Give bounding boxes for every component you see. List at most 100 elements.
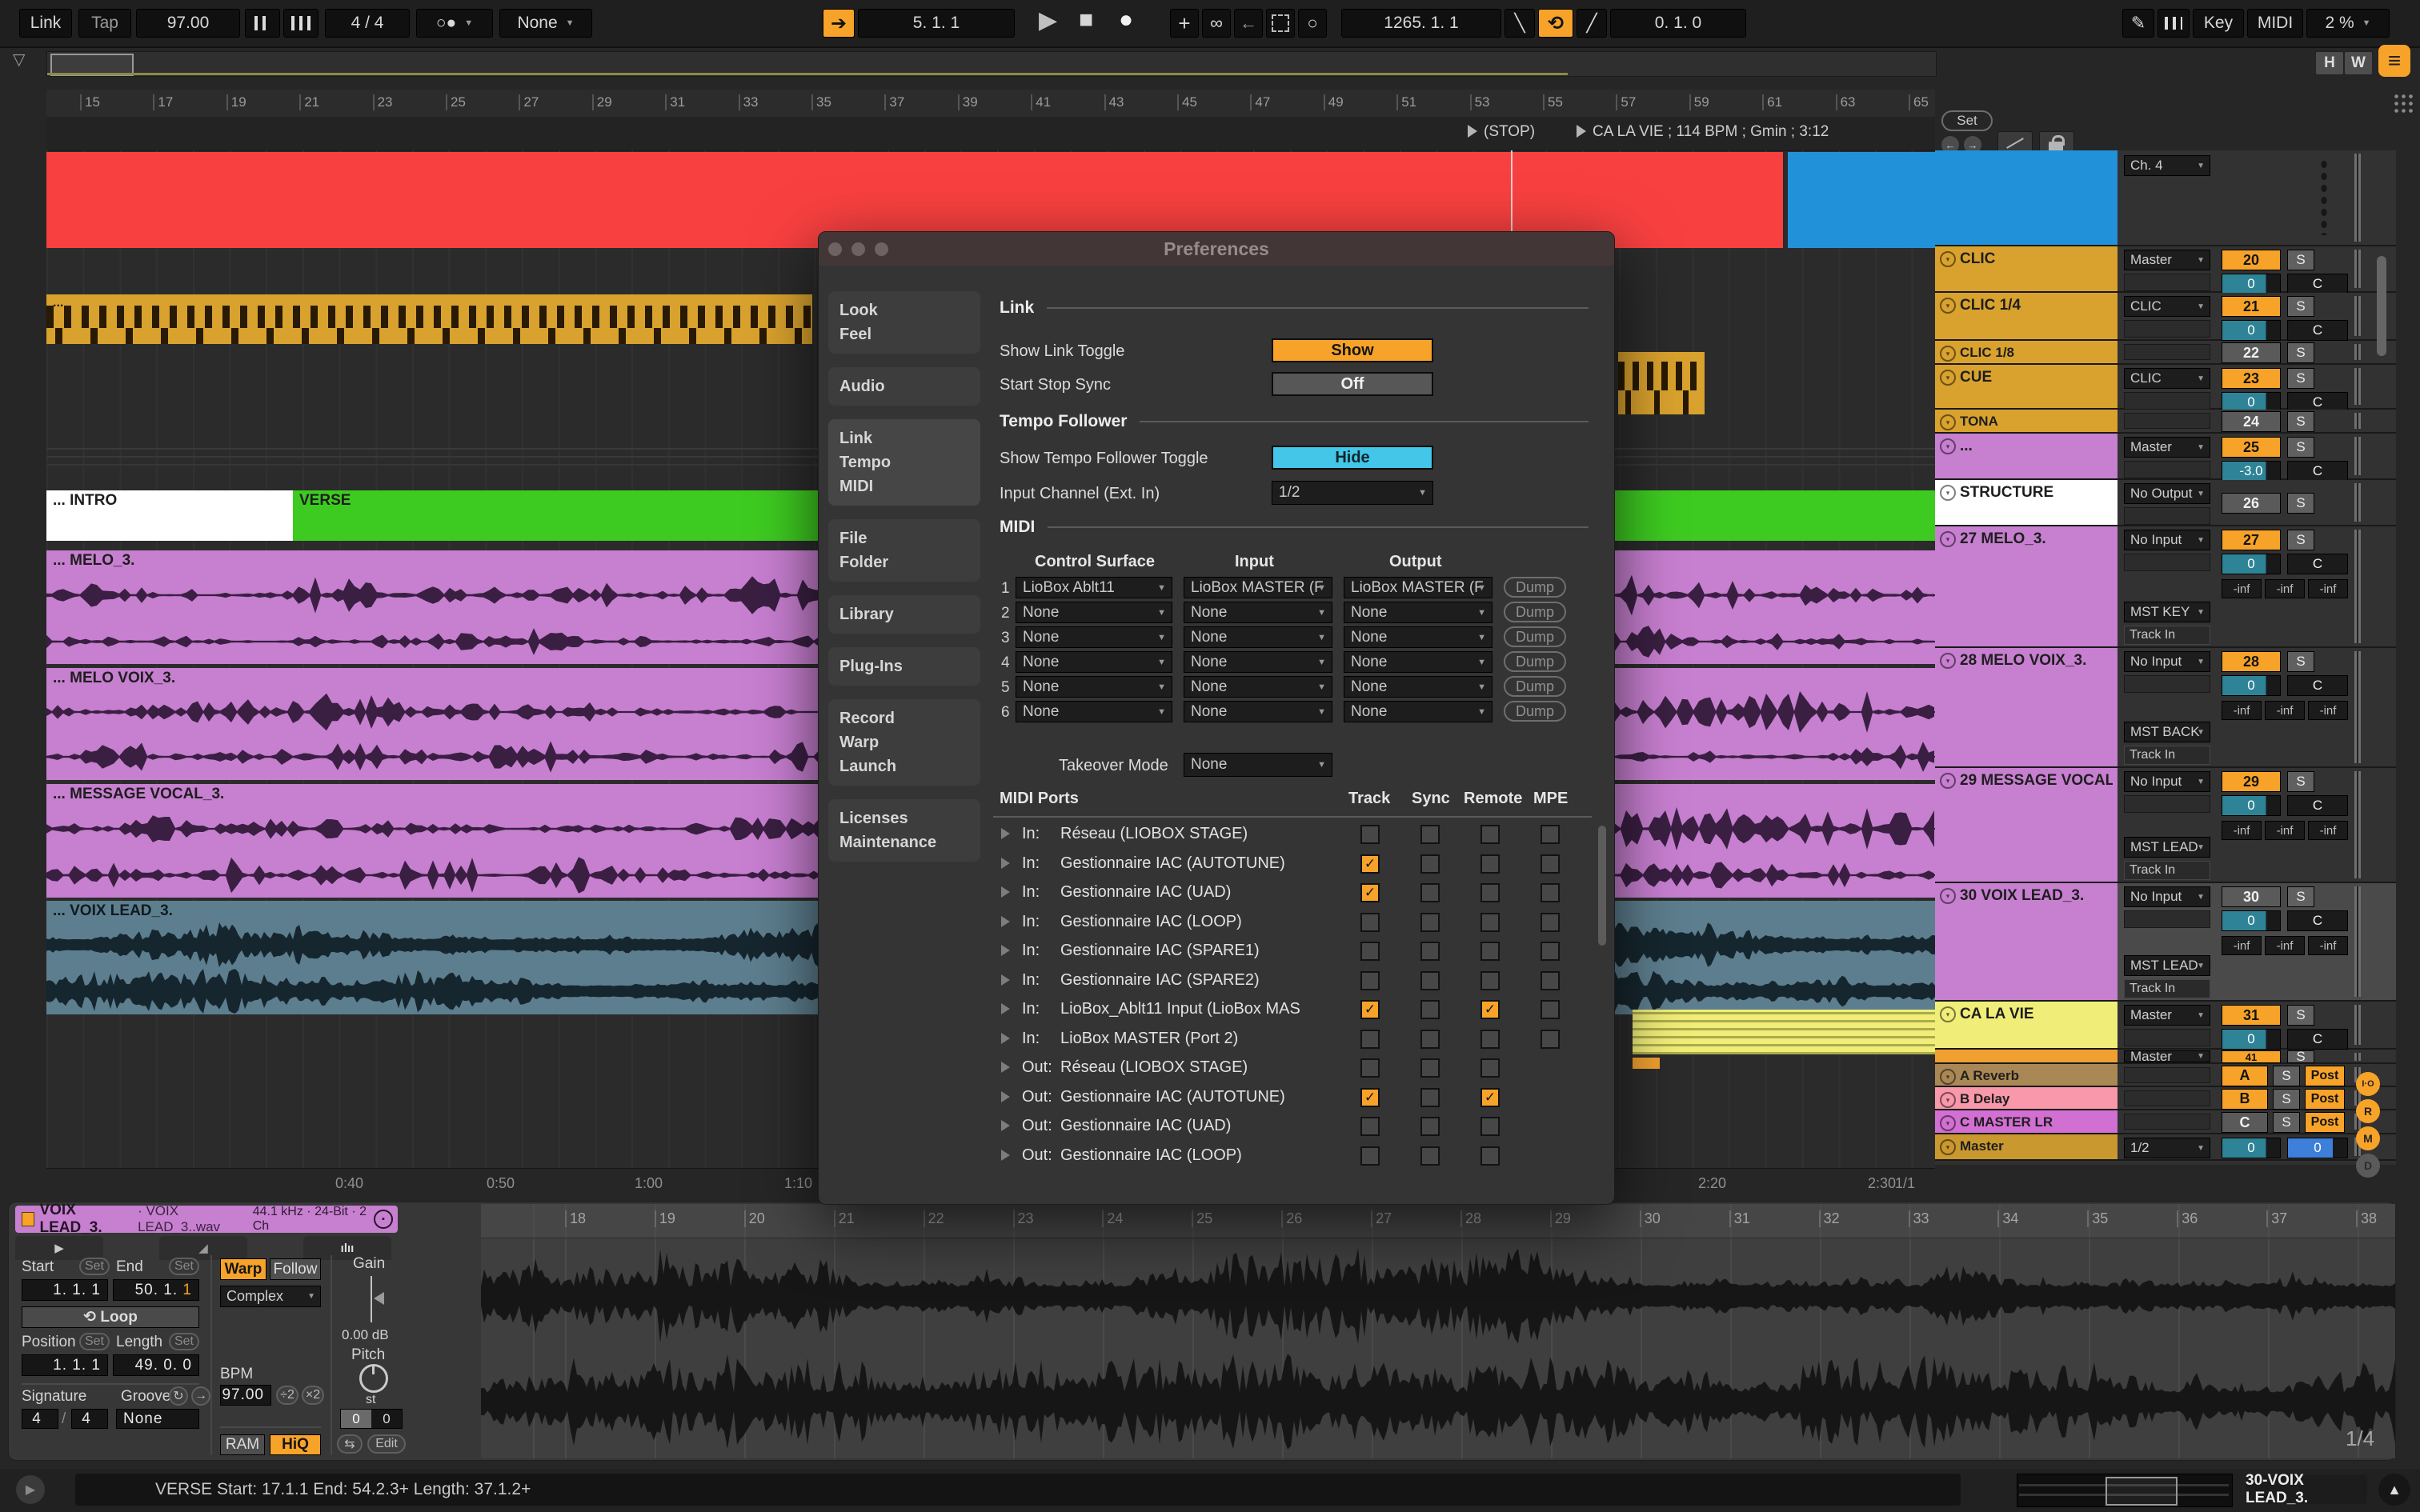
dialog-titlebar[interactable]: Preferences [819, 232, 1614, 266]
sync-checkbox[interactable] [1420, 913, 1440, 932]
output-routing-selector[interactable]: Master [2124, 437, 2210, 458]
track-header-a-reverb[interactable]: ▾A ReverbASPost [1935, 1064, 2396, 1087]
track-in-box[interactable]: Track In [2124, 861, 2210, 880]
track-name-block[interactable]: ▾... [1935, 434, 2118, 478]
track-fold-icon[interactable]: ▾ [1940, 1006, 1956, 1022]
dump-button[interactable]: Dump [1504, 676, 1566, 697]
start-stop-sync-button[interactable]: Off [1272, 372, 1433, 396]
fold-triangle-icon[interactable]: ▽ [13, 50, 25, 70]
draw-mode-pencil-icon[interactable]: ✎ [2122, 9, 2154, 38]
bpm-field[interactable]: 97.00 [220, 1385, 271, 1406]
delay-section-button[interactable]: D [2356, 1154, 2380, 1178]
signature-numerator-field[interactable]: 4 [22, 1409, 58, 1429]
midi-input-selector[interactable]: None [1184, 626, 1332, 648]
tab-audio[interactable]: Audio [839, 374, 969, 398]
preferences-tab-group[interactable]: Audio [828, 367, 980, 406]
pitch-fine-field[interactable]: 0 [371, 1410, 402, 1428]
remote-checkbox[interactable] [1480, 942, 1500, 961]
preview-play-icon[interactable]: ▶ [16, 1475, 45, 1504]
loop-length-field[interactable]: 0. 1. 0 [1610, 9, 1746, 38]
tab-link[interactable]: Link [839, 426, 969, 450]
track-activator[interactable]: 27 [2222, 530, 2281, 550]
mixer-section-button[interactable]: M [2356, 1126, 2380, 1150]
send-a-field[interactable]: -inf [2222, 821, 2262, 840]
solo-button[interactable]: S [2287, 771, 2314, 792]
stop-locator-flag-icon[interactable] [1468, 125, 1477, 138]
track-header-master[interactable]: ▾Master1/200 [1935, 1134, 2396, 1161]
track-name-block[interactable] [1935, 1050, 2118, 1062]
preferences-tab-group[interactable]: LookFeel [828, 291, 980, 354]
solo-button[interactable]: S [2287, 368, 2314, 389]
session-record-icon[interactable]: ○ [1298, 9, 1327, 38]
position-value-field[interactable]: 1. 1. 1 [22, 1354, 108, 1376]
track-header-29-message-vocal-3[interactable]: ▾29 MESSAGE VOCAL_3No InputMST LEADTrack… [1935, 768, 2396, 883]
remote-checkbox[interactable] [1480, 1030, 1500, 1049]
save-icon[interactable]: ▪ [374, 1210, 393, 1229]
sync-checkbox[interactable] [1420, 1058, 1440, 1078]
track-header-ca-la-vie[interactable]: ▾CA LA VIEMaster31S0C [1935, 1002, 2396, 1050]
track-scrollbar[interactable] [2377, 256, 2386, 356]
solo-button[interactable]: S [2287, 411, 2314, 432]
track-name-block[interactable]: ▾CLIC 1/8 [1935, 341, 2118, 363]
send-b-field[interactable]: -inf [2265, 579, 2305, 598]
expand-arrow-icon[interactable] [1001, 1150, 1010, 1161]
control-surface-selector[interactable]: LioBox Ablt11 [1016, 577, 1172, 598]
remote-checkbox[interactable] [1480, 825, 1500, 844]
tab-file[interactable]: File [839, 526, 969, 550]
solo-button[interactable]: S [2287, 886, 2314, 907]
expand-arrow-icon[interactable] [1001, 886, 1010, 898]
output-routing-selector[interactable]: No Input [2124, 886, 2210, 907]
tab-folder[interactable]: Folder [839, 550, 969, 574]
remote-checkbox[interactable] [1480, 913, 1500, 932]
solo-button[interactable]: S [2287, 530, 2314, 550]
sync-checkbox[interactable] [1420, 971, 1440, 990]
overview-scrub-strip[interactable] [46, 51, 1937, 77]
track-activator[interactable]: 23 [2222, 368, 2281, 389]
tab-clip[interactable]: ▶ [15, 1236, 103, 1260]
cpu-meter[interactable]: 2 % [2306, 9, 2390, 38]
solo-button[interactable]: S [2287, 1050, 2314, 1063]
output-routing-selector[interactable]: Master [2124, 1005, 2210, 1026]
crossfade-assign-button[interactable]: C [2287, 320, 2348, 341]
play-button[interactable]: ▶ [1039, 6, 1057, 34]
solo-button[interactable]: S [2287, 651, 2314, 672]
tab-launch[interactable]: Launch [839, 754, 969, 778]
song-locator-flag-icon[interactable] [1577, 125, 1586, 138]
track-name-block[interactable] [1935, 150, 2118, 245]
midi-output-selector[interactable]: None [1344, 676, 1492, 698]
pan-field[interactable]: 0 [2222, 675, 2281, 696]
show-link-toggle-button[interactable]: Show [1272, 338, 1433, 362]
overview-zoom-box[interactable] [2105, 1477, 2178, 1506]
sample-ruler[interactable]: 1819202122232425262728293031323334353637… [481, 1204, 2395, 1238]
control-surface-selector[interactable]: None [1016, 651, 1172, 673]
clip-intro[interactable]: ... INTRO [46, 490, 293, 541]
pan-field[interactable]: 0 [2222, 274, 2281, 294]
tap-tempo-button[interactable]: Tap [78, 9, 131, 38]
remote-checkbox[interactable] [1480, 1058, 1500, 1078]
dump-button[interactable]: Dump [1504, 626, 1566, 647]
sync-checkbox[interactable] [1420, 854, 1440, 874]
tab-feel[interactable]: Feel [839, 322, 969, 346]
expand-arrow-icon[interactable] [1001, 858, 1010, 869]
mpe-checkbox[interactable] [1541, 1000, 1560, 1019]
track-fold-icon[interactable]: ▾ [1940, 346, 1956, 362]
send-c-field[interactable]: -inf [2308, 579, 2348, 598]
gain-slider-handle[interactable] [374, 1292, 384, 1305]
follow-button-clip[interactable]: Follow [270, 1258, 321, 1280]
beat-time-ruler[interactable]: 1517192123252729313335373941434547495153… [46, 90, 1935, 118]
mpe-checkbox[interactable] [1541, 942, 1560, 961]
track-checkbox[interactable]: ✓ [1360, 854, 1380, 874]
remote-checkbox[interactable] [1480, 883, 1500, 902]
start-value-field[interactable]: 1. 1. 1 [22, 1279, 108, 1301]
width-zoom-button[interactable]: W [2344, 51, 2373, 75]
track-activator[interactable]: 24 [2222, 411, 2281, 432]
clip-midi-pattern[interactable]: ... [46, 294, 812, 344]
length-value-field[interactable]: 49. 0. 0 [113, 1354, 199, 1376]
output-routing-selector[interactable]: 1/2 [2124, 1138, 2210, 1158]
groove-refresh-icon[interactable]: ↻ [169, 1386, 188, 1406]
crossfade-assign-button[interactable]: C [2287, 910, 2348, 931]
sync-checkbox[interactable] [1420, 1030, 1440, 1049]
track-activator[interactable]: 29 [2222, 771, 2281, 792]
track-activator[interactable]: 22 [2222, 342, 2281, 363]
locator-lane[interactable]: (STOP) CA LA VIE ; 114 BPM ; Gmin ; 3:12 [46, 117, 1935, 151]
